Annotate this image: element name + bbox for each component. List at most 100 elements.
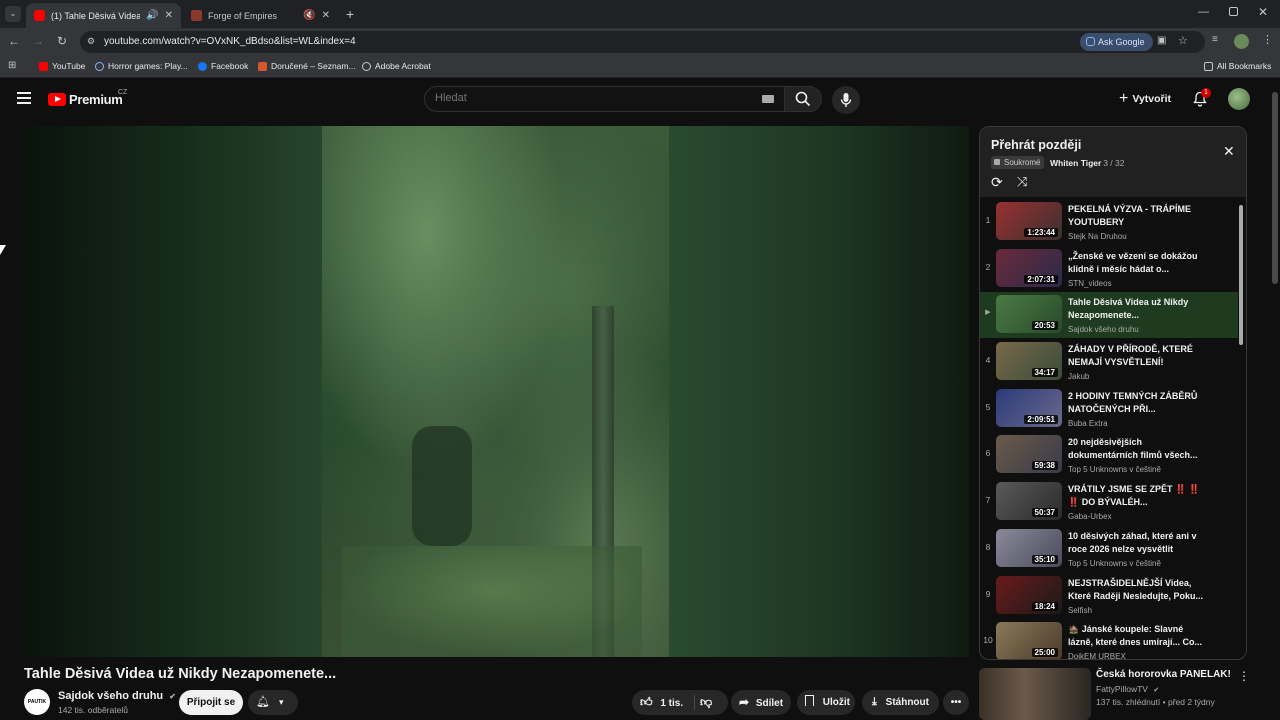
playlist-title[interactable]: Přehrát později (991, 138, 1081, 152)
search-button[interactable] (784, 86, 822, 112)
tab-close-icon[interactable]: ✕ (322, 10, 330, 21)
address-bar[interactable]: ⚙ youtube.com/watch?v=OVxNK_dBdso&list=W… (80, 31, 1205, 53)
item-thumbnail[interactable]: 59:38 (996, 435, 1062, 473)
playlist-item-current[interactable]: ▶ 20:53 Tahle Děsivá Videa už Nikdy Neza… (980, 292, 1238, 338)
new-tab-button[interactable]: + (346, 6, 354, 22)
bookmarks-bar: ⊞ YouTube Horror games: Play... Facebook… (0, 56, 1280, 78)
window-close-button[interactable]: ✕ (1258, 5, 1268, 19)
youtube-logo-icon[interactable] (48, 93, 66, 106)
playlist-item[interactable]: 2 2:07:31 „Ženské ve vězení se dokážou k… (980, 246, 1238, 292)
join-button[interactable]: Připojit se (179, 690, 243, 715)
playlist-item[interactable]: 4 34:17 ZÁHADY V PŘÍRODĚ, KTERÉ NEMAJÍ V… (980, 339, 1238, 385)
item-thumbnail[interactable]: 50:37 (996, 482, 1062, 520)
playlist-item[interactable]: 8 35:10 10 děsivých záhad, které ani v r… (980, 526, 1238, 572)
notifications-button[interactable]: 1 (1192, 88, 1211, 109)
ask-google-button[interactable]: Ask Google (1080, 33, 1153, 51)
forward-button[interactable]: → (30, 34, 46, 48)
browser-menu-icon[interactable]: ⋮ (1262, 33, 1273, 46)
page-scrollbar[interactable] (1272, 92, 1278, 284)
cast-icon[interactable]: ▣ (1157, 35, 1166, 46)
close-icon[interactable]: ✕ (1223, 143, 1235, 160)
bookmark-facebook[interactable]: Facebook (198, 61, 248, 71)
item-thumbnail[interactable]: 34:17 (996, 342, 1062, 380)
playlist-item[interactable]: 7 50:37 VRÁTILY JSME SE ZPĚT ‼️ ‼️ ‼️ DO… (980, 479, 1238, 525)
minimize-button[interactable]: — (1198, 6, 1209, 18)
bookmark-seznam[interactable]: Doručené – Seznam... (258, 61, 356, 71)
shuffle-icon[interactable]: ⤨ (1017, 174, 1027, 190)
share-button[interactable]: ➦ Sdílet (731, 690, 791, 715)
item-thumbnail[interactable]: 2:07:31 (996, 249, 1062, 287)
item-title[interactable]: VRÁTILY JSME SE ZPĚT ‼️ ‼️ ‼️ DO BÝVALÉH… (1068, 483, 1206, 509)
search-input[interactable] (435, 92, 735, 104)
like-button[interactable]: 👍︎ 1 tis. (632, 690, 692, 715)
item-thumbnail[interactable]: 35:10 (996, 529, 1062, 567)
playlist-owner[interactable]: Whiten Tiger (1050, 158, 1101, 168)
notification-preference-button[interactable]: 🔔︎ ▾ (248, 690, 298, 715)
apps-grid-icon[interactable]: ⊞ (8, 60, 16, 71)
item-thumbnail[interactable]: 18:24 (996, 576, 1062, 614)
item-title[interactable]: „Ženské ve vězení se dokážou klidně i mě… (1068, 250, 1206, 276)
item-duration: 20:53 (1031, 321, 1058, 330)
more-actions-button[interactable]: ••• (943, 690, 969, 715)
save-button[interactable]: Uložit (797, 690, 855, 715)
bookmark-star-icon[interactable]: ☆ (1178, 34, 1188, 47)
item-thumbnail[interactable]: 25:00 (996, 622, 1062, 659)
playlist-item[interactable]: 10 25:00 🏚️ Jánské koupele: Slavné lázně… (980, 619, 1238, 659)
tab-forge-of-empires[interactable]: Forge of Empires 🔇 ✕ (183, 3, 338, 28)
guide-menu-icon[interactable] (17, 92, 31, 104)
privacy-badge: Soukromé (991, 156, 1045, 169)
item-thumbnail[interactable]: 20:53 (996, 295, 1062, 333)
bookmark-adobe-acrobat[interactable]: Adobe Acrobat (362, 61, 431, 71)
item-title[interactable]: 10 děsivých záhad, které ani v roce 2026… (1068, 530, 1206, 556)
download-button[interactable]: ⤓ Stáhnout (862, 690, 939, 715)
item-title[interactable]: NEJSTRAŠIDELNĚJŠÍ Videa, Které Raději Ne… (1068, 577, 1206, 603)
playlist-item[interactable]: 9 18:24 NEJSTRAŠIDELNĚJŠÍ Videa, Které R… (980, 573, 1238, 619)
loop-icon[interactable]: ⟳ (991, 174, 1003, 191)
url-text[interactable]: youtube.com/watch?v=OVxNK_dBdso&list=WL&… (104, 36, 356, 47)
keyboard-icon[interactable] (762, 95, 774, 103)
muted-speaker-icon[interactable]: 🔇 (303, 10, 315, 21)
playlist-item[interactable]: 5 2:09:51 2 HODINY TEMNÝCH ZÁBĚRŮ NATOČE… (980, 386, 1238, 432)
media-controls-icon[interactable]: ≡ (1212, 34, 1218, 45)
item-title[interactable]: 2 HODINY TEMNÝCH ZÁBĚRŮ NATOČENÝCH PŘI..… (1068, 390, 1206, 416)
item-title[interactable]: Tahle Děsivá Videa už Nikdy Nezapomenete… (1068, 296, 1206, 322)
speaker-icon[interactable]: 🔊 (146, 10, 158, 21)
recommendation-thumbnail[interactable] (979, 668, 1091, 720)
item-thumbnail[interactable]: 2:09:51 (996, 389, 1062, 427)
restore-button[interactable] (1229, 7, 1238, 16)
item-thumbnail[interactable]: 1:23:44 (996, 202, 1062, 240)
dislike-button[interactable]: 👎︎ (700, 690, 712, 715)
bookmark-horror-games[interactable]: Horror games: Play... (95, 61, 188, 71)
bookmark-youtube[interactable]: YouTube (39, 61, 85, 71)
profile-avatar[interactable] (1234, 34, 1249, 49)
search-box[interactable] (424, 86, 785, 112)
tab-title: Forge of Empires (208, 10, 278, 21)
recommendation-channel[interactable]: FattyPillowTV ✔ (1096, 684, 1159, 694)
voice-search-button[interactable] (832, 86, 860, 114)
account-avatar[interactable] (1228, 88, 1250, 110)
all-bookmarks[interactable]: All Bookmarks (1204, 61, 1271, 71)
channel-avatar[interactable]: PAUTIK (24, 689, 50, 715)
item-title[interactable]: 🏚️ Jánské koupele: Slavné lázně, které d… (1068, 623, 1206, 649)
item-title[interactable]: 20 nejděsivějších dokumentárních filmů v… (1068, 436, 1206, 462)
tab-search-button[interactable]: ⌄ (5, 6, 21, 22)
bookmark-label: Doručené – Seznam... (271, 61, 356, 71)
item-title[interactable]: ZÁHADY V PŘÍRODĚ, KTERÉ NEMAJÍ VYSVĚTLEN… (1068, 343, 1206, 369)
site-info-icon[interactable]: ⚙ (87, 36, 95, 47)
playlist-item[interactable]: 6 59:38 20 nejděsivějších dokumentárních… (980, 432, 1238, 478)
back-button[interactable]: ← (6, 34, 22, 48)
playlist-scrollbar[interactable] (1239, 205, 1243, 345)
reload-button[interactable]: ↻ (54, 34, 70, 48)
video-player[interactable] (24, 126, 969, 657)
tab-youtube-video[interactable]: (1) Tahle Děsivá Videa už N 🔊 ✕ (26, 3, 181, 28)
item-title[interactable]: PEKELNÁ VÝZVA - TRÁPÍME YOUTUBERY (1068, 203, 1206, 229)
premium-logo-text[interactable]: Premium (69, 92, 123, 107)
create-button[interactable]: + Vytvořit (1119, 90, 1171, 107)
recommendation-menu-icon[interactable]: ⋮ (1238, 669, 1250, 683)
tab-close-icon[interactable]: ✕ (165, 10, 173, 21)
channel-name[interactable]: Sajdok všeho druhu ✔ (58, 690, 176, 702)
recommendation-channel-text: FattyPillowTV (1096, 684, 1148, 694)
recommendation-title[interactable]: Česká hororovka PANELAK! (1096, 669, 1231, 680)
search-icon (795, 91, 811, 107)
playlist-item[interactable]: 1 1:23:44 PEKELNÁ VÝZVA - TRÁPÍME YOUTUB… (980, 199, 1238, 245)
